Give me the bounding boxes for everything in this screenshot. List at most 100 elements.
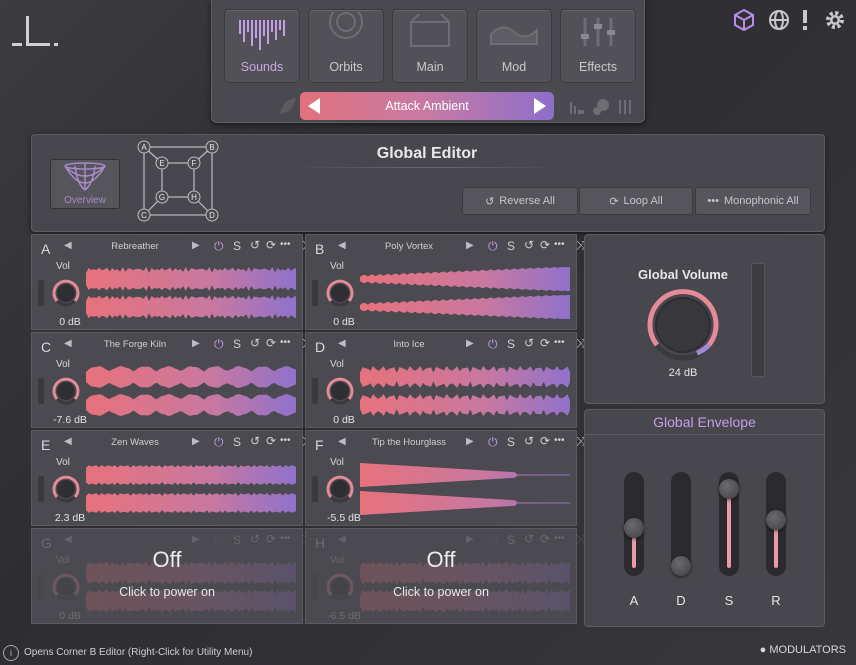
power-icon[interactable]: ⏻: [488, 435, 498, 450]
corner-map[interactable]: A B C D E F G H: [136, 139, 222, 223]
alert-icon[interactable]: [797, 8, 813, 32]
more-icon[interactable]: •••: [280, 435, 291, 446]
overview-button[interactable]: Overview: [50, 159, 120, 209]
solo-icon[interactable]: S: [233, 337, 241, 351]
gear-icon[interactable]: [823, 8, 847, 32]
power-icon[interactable]: ⏻: [214, 337, 224, 352]
power-icon[interactable]: ⏻: [488, 239, 498, 254]
sample-name[interactable]: The Forge Kiln: [70, 339, 200, 350]
tab-mod[interactable]: Mod: [476, 9, 552, 83]
leaf-icon[interactable]: [278, 96, 298, 116]
waveform-display[interactable]: [360, 363, 570, 419]
cell-level-slider[interactable]: [312, 476, 318, 502]
envelope-fader-r[interactable]: [766, 472, 786, 576]
dots-icon[interactable]: [592, 98, 610, 116]
sound-cell-e[interactable]: E ◀ Zen Waves ▶ ⏻ S ↺ ⟳ ••• ⤨ Vol 2.3 dB: [31, 430, 312, 526]
loop-icon[interactable]: ⟳: [266, 336, 276, 350]
cell-level-slider[interactable]: [312, 280, 318, 306]
volume-knob[interactable]: [326, 475, 354, 503]
more-icon[interactable]: •••: [554, 533, 565, 544]
modulators-toggle[interactable]: ● MODULATORS: [760, 644, 846, 656]
tab-orbits[interactable]: Orbits: [308, 9, 384, 83]
tab-main[interactable]: Main: [392, 9, 468, 83]
reverse-icon[interactable]: ↺: [250, 336, 260, 350]
more-icon[interactable]: •••: [554, 239, 565, 250]
next-sample-arrow-icon[interactable]: ▶: [466, 338, 474, 349]
loop-icon[interactable]: ⟳: [266, 434, 276, 448]
power-icon[interactable]: ⏻: [488, 337, 498, 352]
click-to-power-on-label[interactable]: Click to power on: [32, 585, 302, 599]
next-sample-arrow-icon[interactable]: ▶: [466, 534, 474, 545]
sample-name[interactable]: Rebreather: [70, 241, 200, 252]
solo-icon[interactable]: S: [233, 435, 241, 449]
global-volume-knob[interactable]: [645, 287, 721, 363]
preset-selector[interactable]: Attack Ambient: [300, 92, 554, 120]
monophonic-all-button[interactable]: ••• Monophonic All: [695, 187, 811, 215]
next-sample-arrow-icon[interactable]: ▶: [192, 436, 200, 447]
volume-knob[interactable]: [52, 377, 80, 405]
reverse-icon[interactable]: ↺: [524, 238, 534, 252]
sample-name[interactable]: Zen Waves: [70, 437, 200, 448]
cell-level-slider[interactable]: [38, 476, 44, 502]
sound-cell-c[interactable]: C ◀ The Forge Kiln ▶ ⏻ S ↺ ⟳ ••• ⤨ Vol -…: [31, 332, 312, 428]
loop-all-button[interactable]: ⟳ Loop All: [579, 187, 693, 215]
waveform-display[interactable]: [360, 461, 570, 517]
reverse-icon[interactable]: ↺: [250, 238, 260, 252]
power-icon[interactable]: ⏻: [214, 239, 224, 254]
fader-thumb[interactable]: [671, 556, 691, 576]
power-icon[interactable]: ⏻: [488, 533, 498, 548]
more-icon[interactable]: •••: [280, 533, 291, 544]
fader-thumb[interactable]: [766, 509, 786, 530]
sound-cell-b[interactable]: B ◀ Poly Vortex ▶ ⏻ S ↺ ⟳ ••• ⤨ Vol 0 dB: [305, 234, 586, 330]
envelope-fader-s[interactable]: [719, 472, 739, 576]
waveform-display[interactable]: [86, 363, 296, 419]
more-icon[interactable]: •••: [554, 435, 565, 446]
next-sample-arrow-icon[interactable]: ▶: [466, 240, 474, 251]
volume-knob[interactable]: [52, 279, 80, 307]
solo-icon[interactable]: S: [507, 337, 515, 351]
sound-cell-f[interactable]: F ◀ Tip the Hourglass ▶ ⏻ S ↺ ⟳ ••• ⤨ Vo…: [305, 430, 586, 526]
fader-thumb[interactable]: [624, 518, 644, 539]
sound-cell-d[interactable]: D ◀ Into Ice ▶ ⏻ S ↺ ⟳ ••• ⤨ Vol 0 dB: [305, 332, 586, 428]
loop-icon[interactable]: ⟳: [540, 238, 550, 252]
previous-sample-arrow-icon[interactable]: ◀: [64, 534, 72, 545]
solo-icon[interactable]: S: [233, 533, 241, 547]
previous-sample-arrow-icon[interactable]: ◀: [338, 534, 346, 545]
next-sample-arrow-icon[interactable]: ▶: [192, 240, 200, 251]
reverse-icon[interactable]: ↺: [524, 336, 534, 350]
power-icon[interactable]: ⏻: [214, 533, 224, 548]
fader-thumb[interactable]: [719, 478, 739, 499]
sound-cell-g[interactable]: G ◀ ▶ ⏻ S ↺ ⟳ ••• ⤨ Vol 0 dB: [31, 528, 312, 624]
next-sample-arrow-icon[interactable]: ▶: [192, 534, 200, 545]
sound-cell-a[interactable]: A ◀ Rebreather ▶ ⏻ S ↺ ⟳ ••• ⤨ Vol 0 dB: [31, 234, 312, 330]
envelope-fader-d[interactable]: [671, 472, 691, 576]
reverse-all-button[interactable]: ↺ Reverse All: [462, 187, 578, 215]
next-sample-arrow-icon[interactable]: ▶: [466, 436, 474, 447]
volume-knob[interactable]: [326, 377, 354, 405]
reverse-icon[interactable]: ↺: [250, 434, 260, 448]
solo-icon[interactable]: S: [507, 435, 515, 449]
reverse-icon[interactable]: ↺: [524, 434, 534, 448]
click-to-power-on-label[interactable]: Click to power on: [306, 585, 576, 599]
envelope-fader-a[interactable]: [624, 472, 644, 576]
bars-icon[interactable]: [568, 98, 586, 116]
more-icon[interactable]: •••: [554, 337, 565, 348]
reverse-icon[interactable]: ↺: [250, 532, 260, 546]
more-icon[interactable]: •••: [280, 239, 291, 250]
sound-cell-h[interactable]: H ◀ ▶ ⏻ S ↺ ⟳ ••• ⤨ Vol -6.5 dB Off Clic…: [305, 528, 586, 624]
cell-level-slider[interactable]: [312, 378, 318, 404]
next-preset-arrow-icon[interactable]: [534, 98, 546, 114]
loop-icon[interactable]: ⟳: [266, 238, 276, 252]
cell-level-slider[interactable]: [38, 378, 44, 404]
sample-name[interactable]: Tip the Hourglass: [344, 437, 474, 448]
waveform-display[interactable]: [86, 461, 296, 517]
volume-knob[interactable]: [326, 279, 354, 307]
loop-icon[interactable]: ⟳: [540, 532, 550, 546]
loop-icon[interactable]: ⟳: [540, 336, 550, 350]
globe-icon[interactable]: [767, 8, 791, 32]
solo-icon[interactable]: S: [507, 239, 515, 253]
loop-icon[interactable]: ⟳: [540, 434, 550, 448]
info-icon[interactable]: i: [3, 645, 19, 661]
mixer-icon[interactable]: [616, 98, 634, 116]
waveform-display[interactable]: [360, 265, 570, 321]
